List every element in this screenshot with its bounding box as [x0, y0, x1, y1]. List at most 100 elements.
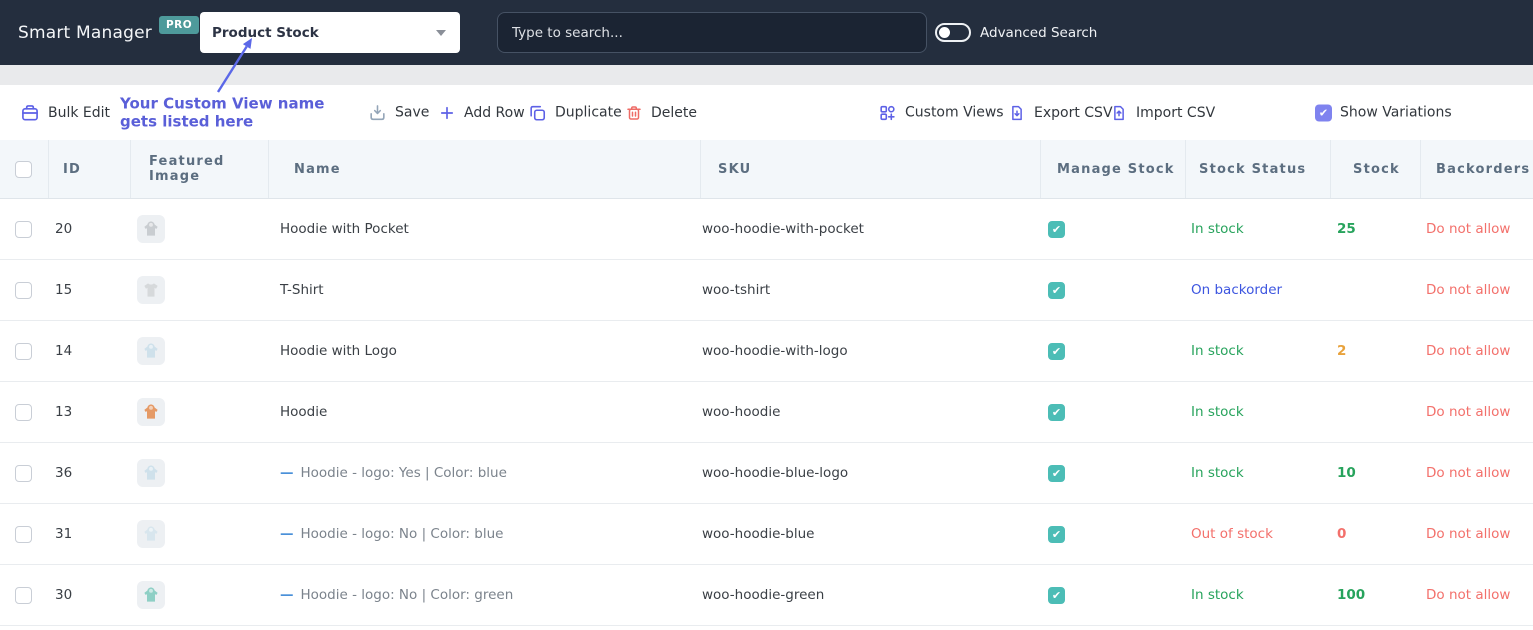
product-thumbnail[interactable] — [137, 459, 165, 487]
view-dropdown[interactable]: Product Stock — [200, 12, 460, 53]
cell-id[interactable]: 13 — [48, 382, 130, 442]
cell-name[interactable]: — Hoodie - logo: Yes | Color: blue — [268, 443, 700, 503]
manage-stock-checkbox[interactable]: ✔ — [1048, 586, 1065, 604]
cell-id[interactable]: 14 — [48, 321, 130, 381]
cell-stock-status[interactable]: In stock — [1185, 443, 1330, 503]
column-header-sku[interactable]: SKU — [700, 140, 1040, 198]
cell-name[interactable]: — Hoodie - logo: No | Color: green — [268, 565, 700, 625]
cell-sku[interactable]: woo-hoodie-with-pocket — [700, 199, 1040, 259]
column-header-stock-status[interactable]: Stock Status — [1185, 140, 1330, 198]
cell-stock[interactable]: 0 — [1330, 504, 1420, 564]
column-header-featured-image[interactable]: Featured Image — [130, 140, 268, 198]
column-header-manage-stock[interactable]: Manage Stock — [1040, 140, 1185, 198]
table-header: ID Featured Image Name SKU Manage Stock Stock… — [0, 140, 1533, 199]
custom-views-button[interactable]: Custom Views — [878, 103, 1004, 122]
variation-dash-icon: — — [280, 465, 294, 481]
cell-backorders[interactable]: Do not allow — [1420, 199, 1533, 259]
cell-name[interactable]: Hoodie — [268, 382, 700, 442]
cell-stock[interactable]: 25 — [1330, 199, 1420, 259]
export-csv-button[interactable]: Export CSV — [1008, 104, 1113, 122]
cell-backorders[interactable]: Do not allow — [1420, 321, 1533, 381]
cell-stock-status[interactable]: In stock — [1185, 199, 1330, 259]
cell-stock-status[interactable]: On backorder — [1185, 260, 1330, 320]
advanced-search-toggle[interactable] — [935, 23, 971, 42]
row-checkbox[interactable] — [15, 525, 32, 543]
cell-id[interactable]: 30 — [48, 565, 130, 625]
cell-backorders[interactable]: Do not allow — [1420, 260, 1533, 320]
table-row: 30 — Hoodie - logo: No | Color: green woo-h… — [0, 565, 1533, 626]
product-thumbnail[interactable] — [137, 398, 165, 426]
cell-sku[interactable]: woo-hoodie-blue — [700, 504, 1040, 564]
row-checkbox[interactable] — [15, 342, 32, 360]
manage-stock-checkbox[interactable]: ✔ — [1048, 220, 1065, 238]
custom-views-label: Custom Views — [905, 104, 1004, 121]
variation-dash-icon: — — [280, 526, 294, 542]
product-thumbnail[interactable] — [137, 215, 165, 243]
add-row-button[interactable]: Add Row — [438, 104, 525, 122]
column-header-backorders[interactable]: Backorders — [1420, 140, 1533, 198]
product-thumbnail[interactable] — [137, 581, 165, 609]
row-checkbox[interactable] — [15, 403, 32, 421]
cell-id[interactable]: 31 — [48, 504, 130, 564]
cell-stock[interactable] — [1330, 382, 1420, 442]
manage-stock-checkbox[interactable]: ✔ — [1048, 464, 1065, 482]
cell-stock[interactable]: 2 — [1330, 321, 1420, 381]
search-input[interactable] — [497, 12, 927, 53]
manage-stock-checkbox[interactable]: ✔ — [1048, 281, 1065, 299]
manage-stock-checkbox[interactable]: ✔ — [1048, 403, 1065, 421]
cell-name[interactable]: Hoodie with Pocket — [268, 199, 700, 259]
column-header-name[interactable]: Name — [268, 140, 700, 198]
cell-backorders[interactable]: Do not allow — [1420, 565, 1533, 625]
show-variations-control[interactable]: ✔ Show Variations — [1315, 104, 1452, 121]
cell-id[interactable]: 36 — [48, 443, 130, 503]
cell-stock[interactable]: 10 — [1330, 443, 1420, 503]
spacer-strip — [0, 65, 1533, 85]
cell-id[interactable]: 20 — [48, 199, 130, 259]
table-row: 20 Hoodie with Pocket woo-hoodie-with-pock… — [0, 199, 1533, 260]
cell-name[interactable]: Hoodie with Logo — [268, 321, 700, 381]
import-csv-icon — [1110, 104, 1128, 122]
table-body: 20 Hoodie with Pocket woo-hoodie-with-pock… — [0, 199, 1533, 626]
save-button[interactable]: Save — [368, 103, 429, 122]
plus-icon — [438, 104, 456, 122]
cell-stock-status[interactable]: Out of stock — [1185, 504, 1330, 564]
column-header-stock[interactable]: Stock — [1330, 140, 1420, 198]
delete-label: Delete — [651, 104, 697, 121]
cell-stock-status[interactable]: In stock — [1185, 565, 1330, 625]
column-header-id[interactable]: ID — [48, 140, 130, 198]
cell-name[interactable]: T-Shirt — [268, 260, 700, 320]
row-checkbox[interactable] — [15, 281, 32, 299]
product-thumbnail[interactable] — [137, 337, 165, 365]
cell-stock[interactable]: 100 — [1330, 565, 1420, 625]
row-checkbox[interactable] — [15, 586, 32, 604]
import-csv-button[interactable]: Import CSV — [1110, 104, 1215, 122]
cell-stock-status[interactable]: In stock — [1185, 382, 1330, 442]
cell-stock-status[interactable]: In stock — [1185, 321, 1330, 381]
row-checkbox[interactable] — [15, 464, 32, 482]
bulk-edit-button[interactable]: Bulk Edit — [20, 103, 110, 123]
save-icon — [368, 103, 387, 122]
manage-stock-checkbox[interactable]: ✔ — [1048, 525, 1065, 543]
table-row: 15 T-Shirt woo-tshirt ✔ On backorder Do not a… — [0, 260, 1533, 321]
duplicate-icon — [528, 103, 547, 122]
product-thumbnail[interactable] — [137, 276, 165, 304]
cell-sku[interactable]: woo-hoodie-blue-logo — [700, 443, 1040, 503]
cell-backorders[interactable]: Do not allow — [1420, 504, 1533, 564]
cell-sku[interactable]: woo-hoodie-with-logo — [700, 321, 1040, 381]
cell-sku[interactable]: woo-hoodie-green — [700, 565, 1040, 625]
cell-sku[interactable]: woo-tshirt — [700, 260, 1040, 320]
table-row: 36 — Hoodie - logo: Yes | Color: blue woo-h… — [0, 443, 1533, 504]
cell-backorders[interactable]: Do not allow — [1420, 443, 1533, 503]
cell-id[interactable]: 15 — [48, 260, 130, 320]
manage-stock-checkbox[interactable]: ✔ — [1048, 342, 1065, 360]
show-variations-checkbox[interactable]: ✔ — [1315, 104, 1332, 121]
cell-backorders[interactable]: Do not allow — [1420, 382, 1533, 442]
cell-sku[interactable]: woo-hoodie — [700, 382, 1040, 442]
select-all-checkbox[interactable] — [15, 160, 32, 178]
duplicate-button[interactable]: Duplicate — [528, 103, 622, 122]
product-thumbnail[interactable] — [137, 520, 165, 548]
row-checkbox[interactable] — [15, 220, 32, 238]
delete-button[interactable]: Delete — [625, 104, 697, 122]
cell-stock[interactable] — [1330, 260, 1420, 320]
cell-name[interactable]: — Hoodie - logo: No | Color: blue — [268, 504, 700, 564]
